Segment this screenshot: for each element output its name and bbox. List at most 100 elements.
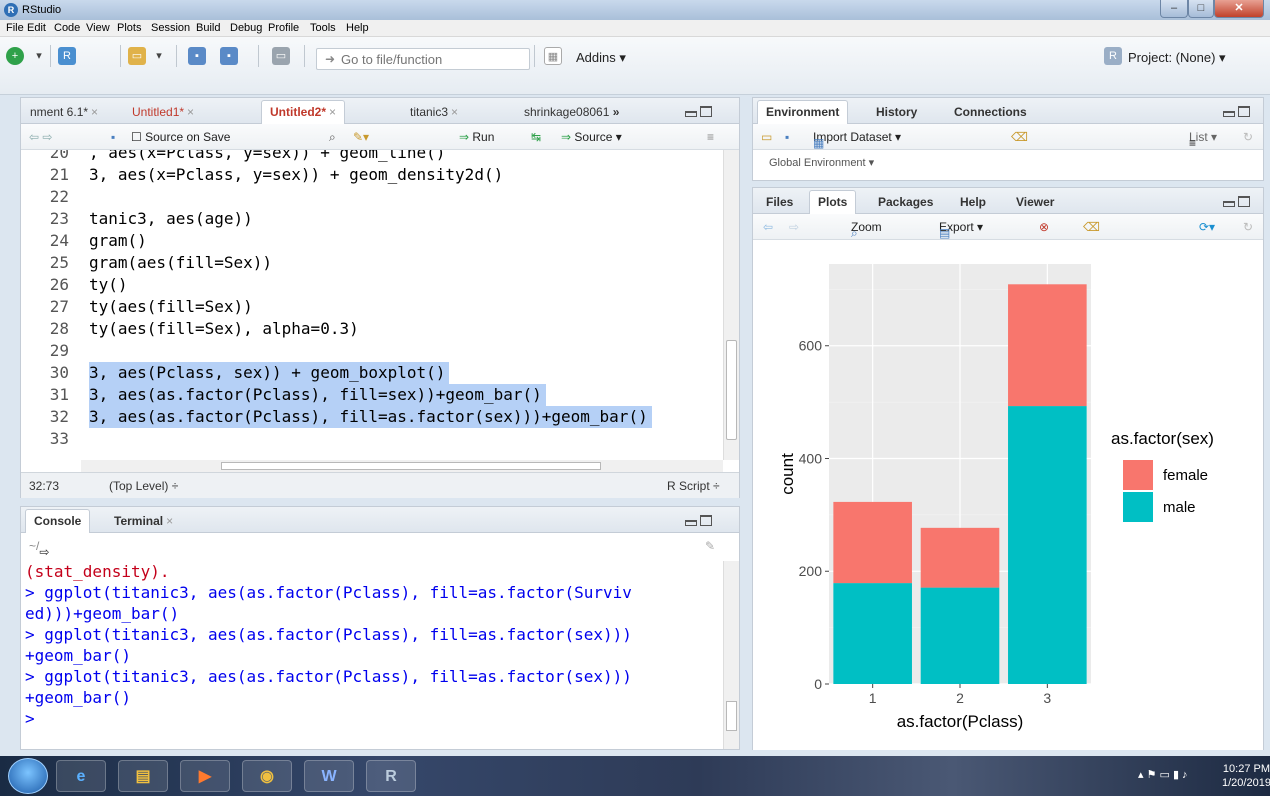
console-prompt[interactable]: > — [25, 708, 715, 729]
refresh-plot-icon[interactable]: ↻ — [1243, 220, 1253, 234]
addins-menu[interactable]: Addins ▾ — [576, 50, 626, 66]
env-pane-controls[interactable] — [1223, 106, 1253, 118]
save-icon[interactable]: ▪ — [188, 47, 206, 65]
tab-help[interactable]: Help — [951, 190, 995, 214]
open-file-icon[interactable]: ▭ — [128, 47, 146, 65]
tab-files[interactable]: Files — [757, 190, 802, 214]
open-dropdown-icon[interactable]: ▾ — [150, 47, 168, 65]
tab-history[interactable]: History — [867, 100, 926, 124]
files-pane-controls[interactable] — [1223, 196, 1253, 208]
new-project-icon[interactable]: R — [58, 47, 76, 65]
console-output[interactable]: (stat_density). > ggplot(titanic3, aes(as… — [25, 561, 715, 729]
tab-environment[interactable]: Environment — [757, 100, 849, 124]
code-tools-icon[interactable]: ✎▾ — [353, 130, 369, 144]
console-vertical-scrollbar[interactable] — [723, 561, 739, 749]
menu-code[interactable]: Code — [54, 22, 80, 34]
goto-file-input[interactable] — [341, 51, 527, 67]
menu-edit[interactable]: Edit — [27, 22, 46, 34]
refresh-icon[interactable]: ↻ — [1243, 130, 1253, 144]
chrome-icon[interactable]: ◉ — [242, 760, 292, 792]
zoom-button[interactable]: ⌕ Zoom — [851, 220, 882, 240]
run-icon[interactable]: ⇒ Run — [459, 130, 494, 144]
goto-dir-icon[interactable]: ⇨ — [39, 545, 49, 559]
tab-close-icon[interactable]: × — [187, 105, 194, 119]
tab-connections[interactable]: Connections — [945, 100, 1036, 124]
global-environment-select[interactable]: Global Environment ▾ — [769, 156, 874, 174]
tab-console[interactable]: Console — [25, 509, 91, 533]
save-all-icon[interactable]: ▪ — [220, 47, 238, 65]
new-file-icon[interactable]: + — [6, 47, 24, 65]
minimize-button[interactable]: – — [1160, 0, 1188, 18]
tab-close-icon[interactable]: × — [166, 514, 173, 528]
scrollbar-thumb[interactable] — [221, 462, 601, 470]
close-button[interactable]: ✕ — [1214, 0, 1264, 18]
word-icon[interactable]: W — [304, 760, 354, 792]
import-dataset-button[interactable]: ▦ Import Dataset ▾ — [813, 130, 901, 150]
console-pane-controls[interactable] — [685, 515, 715, 527]
system-clock[interactable]: 10:27 PM 1/20/2019 — [1222, 762, 1270, 790]
rstudio-logo-icon: R — [4, 3, 18, 17]
media-player-icon[interactable]: ▶ — [180, 760, 230, 792]
clear-plots-icon[interactable]: ⌫ — [1083, 220, 1100, 234]
broom-icon[interactable]: ⌫ — [1011, 130, 1028, 144]
menu-file[interactable]: File — [6, 22, 24, 34]
file-type-selector[interactable]: R Script ÷ — [667, 479, 720, 493]
tab-packages[interactable]: Packages — [869, 190, 942, 214]
tab-close-icon[interactable]: × — [329, 105, 336, 119]
menu-tools[interactable]: Tools — [310, 22, 336, 34]
prev-plot-icon[interactable]: ⇦ — [763, 220, 773, 234]
remove-plot-icon[interactable]: ⊗ — [1039, 220, 1049, 234]
rstudio-taskbar-icon[interactable]: R — [366, 760, 416, 792]
search-icon[interactable]: ⌕ — [329, 130, 336, 145]
tab-shrinkage[interactable]: shrinkage08061 » — [515, 100, 628, 124]
internet-explorer-icon[interactable]: e — [56, 760, 106, 792]
layout-grid-icon[interactable]: ▦ — [544, 47, 562, 65]
scrollbar-thumb[interactable] — [726, 701, 737, 731]
menu-build[interactable]: Build — [196, 22, 220, 34]
tab-titanic3[interactable]: titanic3 × — [401, 100, 467, 124]
menu-session[interactable]: Session — [151, 22, 190, 34]
menu-debug[interactable]: Debug — [230, 22, 262, 34]
tab-assignment[interactable]: nment 6.1* × — [21, 100, 107, 124]
project-menu[interactable]: Project: (None) ▾ — [1128, 50, 1226, 66]
maximize-button[interactable]: □ — [1188, 0, 1214, 18]
back-forward-icon[interactable]: ⇦ ⇨ — [29, 130, 52, 144]
plot-viewer: 0 200 400 600 1 2 3 as.factor(Pclass) count as.fa… — [753, 244, 1263, 750]
tab-close-icon[interactable]: × — [451, 105, 458, 119]
rerun-icon[interactable]: ↹ — [531, 130, 541, 144]
scrollbar-thumb[interactable] — [726, 340, 737, 440]
source-icon[interactable]: ⇒ Source ▾ — [561, 130, 622, 144]
tab-plots[interactable]: Plots — [809, 190, 857, 214]
source-on-save-checkbox[interactable]: ☐ Source on Save — [131, 130, 230, 144]
publish-icon[interactable]: ⟳▾ — [1199, 220, 1215, 234]
menu-plots[interactable]: Plots — [117, 22, 141, 34]
tab-viewer[interactable]: Viewer — [1007, 190, 1063, 214]
menu-profile[interactable]: Profile — [268, 22, 299, 34]
menu-view[interactable]: View — [86, 22, 110, 34]
tab-untitled2[interactable]: Untitled2* × — [261, 100, 346, 124]
editor-horizontal-scrollbar[interactable] — [81, 460, 723, 472]
scope-selector[interactable]: (Top Level) ÷ — [109, 479, 178, 493]
start-button[interactable] — [8, 758, 48, 794]
save-file-icon[interactable]: ▪ — [111, 130, 115, 144]
save-workspace-icon[interactable]: ▪ — [785, 130, 789, 144]
tab-close-icon[interactable]: × — [91, 105, 98, 119]
tab-terminal[interactable]: Terminal × — [105, 509, 182, 533]
clear-console-icon[interactable]: ✎ — [705, 539, 715, 553]
environment-pane: Environment History Connections ▭ ▪ ▦ Im… — [752, 97, 1264, 181]
editor-pane-controls[interactable] — [685, 106, 715, 118]
source-editor-pane: nment 6.1* × Untitled1* × Untitled2* × tita… — [20, 97, 740, 498]
outline-icon[interactable]: ≡ — [707, 130, 714, 144]
editor-status-bar: 32:73 (Top Level) ÷ R Script ÷ — [21, 472, 739, 498]
list-view-button[interactable]: ≡ List ▾ — [1189, 130, 1217, 150]
load-workspace-icon[interactable]: ▭ — [761, 130, 772, 144]
print-icon[interactable]: ▭ — [272, 47, 290, 65]
system-tray-icons[interactable]: ▴ ⚑ ▭ ▮ ♪ — [1138, 768, 1188, 781]
editor-vertical-scrollbar[interactable] — [723, 150, 739, 460]
menu-help[interactable]: Help — [346, 22, 369, 34]
file-explorer-icon[interactable]: ▤ — [118, 760, 168, 792]
dropdown-arrow-icon[interactable]: ▾ — [30, 47, 48, 65]
export-button[interactable]: ▤ Export ▾ — [939, 220, 983, 240]
tab-untitled1[interactable]: Untitled1* × — [123, 100, 203, 124]
next-plot-icon[interactable]: ⇨ — [789, 220, 799, 234]
